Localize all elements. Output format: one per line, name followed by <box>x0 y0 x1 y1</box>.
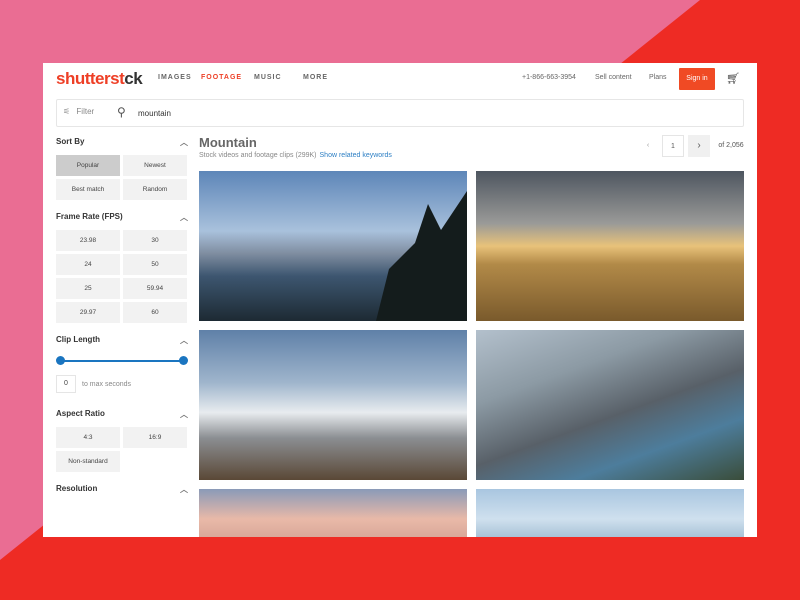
filter-button[interactable]: ⚟ Filter <box>63 107 94 116</box>
prev-page-button[interactable]: ‹ <box>637 135 659 157</box>
fps-option[interactable]: 59.94 <box>123 278 187 299</box>
results-title: Mountain <box>199 135 257 150</box>
filter-label: Filter <box>76 107 95 116</box>
fps-option[interactable]: 25 <box>56 278 120 299</box>
search-icon: ⚲ <box>117 105 126 119</box>
results-count: Stock videos and footage clips (299K) <box>199 152 317 159</box>
slider-max-handle[interactable] <box>179 356 188 365</box>
chevron-up-icon: ︿ <box>180 410 188 419</box>
sort-popular[interactable]: Popular <box>56 155 120 176</box>
sort-by-header[interactable]: Sort By ︿ <box>56 137 188 151</box>
nav-more[interactable]: MORE <box>303 74 328 81</box>
sort-best-match[interactable]: Best match <box>56 179 120 200</box>
fps-option[interactable]: 24 <box>56 254 120 275</box>
chevron-up-icon: ︿ <box>180 485 188 494</box>
clip-length-header[interactable]: Clip Length ︿ <box>56 335 188 349</box>
video-thumbnail-coast[interactable] <box>476 489 744 537</box>
video-thumbnail-lake[interactable] <box>199 171 467 321</box>
plans-link[interactable]: Plans <box>649 74 667 81</box>
next-page-button[interactable]: › <box>688 135 710 157</box>
sort-newest[interactable]: Newest <box>123 155 187 176</box>
page-total: of 2,056 <box>718 142 744 149</box>
top-nav: shutterstck IMAGES FOOTAGE MUSIC MORE +1… <box>43 63 757 95</box>
chevron-up-icon: ︿ <box>180 336 188 345</box>
logo-text-end: ck <box>124 69 143 88</box>
section-title: Sort By <box>56 137 85 146</box>
page-input[interactable]: 1 <box>662 135 684 157</box>
filter-sidebar: Sort By ︿ Popular Newest Best match Rando… <box>56 133 188 498</box>
fps-option[interactable]: 30 <box>123 230 187 251</box>
filter-icon: ⚟ <box>63 107 71 116</box>
fps-option[interactable]: 23.98 <box>56 230 120 251</box>
sign-in-button[interactable]: Sign in <box>679 68 715 90</box>
min-seconds-input[interactable]: 0 <box>56 375 76 393</box>
section-title: Aspect Ratio <box>56 409 105 418</box>
results-subtitle: Stock videos and footage clips (299K) Sho… <box>199 152 392 159</box>
search-bar[interactable]: ⚟ Filter ⚲ mountain <box>56 99 744 127</box>
video-thumbnail-snowy-peaks[interactable] <box>199 330 467 480</box>
related-keywords-link[interactable]: Show related keywords <box>320 152 392 159</box>
resolution-header[interactable]: Resolution ︿ <box>56 484 188 498</box>
shutterstock-logo[interactable]: shutterstck <box>56 69 143 89</box>
sort-random[interactable]: Random <box>123 179 187 200</box>
fps-option[interactable]: 50 <box>123 254 187 275</box>
aspect-ratio-header[interactable]: Aspect Ratio ︿ <box>56 409 188 423</box>
fps-option[interactable]: 29.97 <box>56 302 120 323</box>
section-title: Frame Rate (FPS) <box>56 212 123 221</box>
max-seconds-label: to max seconds <box>82 380 132 388</box>
fps-option[interactable]: 60 <box>123 302 187 323</box>
video-thumbnail-mountain-lake[interactable] <box>476 330 744 480</box>
chevron-up-icon: ︿ <box>180 213 188 222</box>
browser-window: shutterstck IMAGES FOOTAGE MUSIC MORE +1… <box>43 63 757 537</box>
nav-footage[interactable]: FOOTAGE <box>201 74 242 81</box>
cart-icon[interactable]: 🛒︎ <box>726 72 740 85</box>
aspect-16-9[interactable]: 16:9 <box>123 427 187 448</box>
clip-length-slider[interactable] <box>56 353 188 369</box>
nav-images[interactable]: IMAGES <box>158 74 192 81</box>
frame-rate-header[interactable]: Frame Rate (FPS) ︿ <box>56 212 188 226</box>
thumbnail-shape <box>376 191 467 321</box>
chevron-up-icon: ︿ <box>180 138 188 147</box>
aspect-4-3[interactable]: 4:3 <box>56 427 120 448</box>
search-input[interactable]: mountain <box>138 109 171 118</box>
video-thumbnail-sunset-field[interactable] <box>476 171 744 321</box>
aspect-non-standard[interactable]: Non-standard <box>56 451 120 472</box>
slider-min-handle[interactable] <box>56 356 65 365</box>
nav-music[interactable]: MUSIC <box>254 74 282 81</box>
video-thumbnail-pink-sky[interactable] <box>199 489 467 537</box>
sell-content-link[interactable]: Sell content <box>595 74 632 81</box>
section-title: Resolution <box>56 484 98 493</box>
phone-number[interactable]: +1-866-663-3954 <box>522 74 576 81</box>
logo-text: shutterst <box>56 69 125 88</box>
section-title: Clip Length <box>56 335 100 344</box>
slider-track <box>60 360 184 362</box>
